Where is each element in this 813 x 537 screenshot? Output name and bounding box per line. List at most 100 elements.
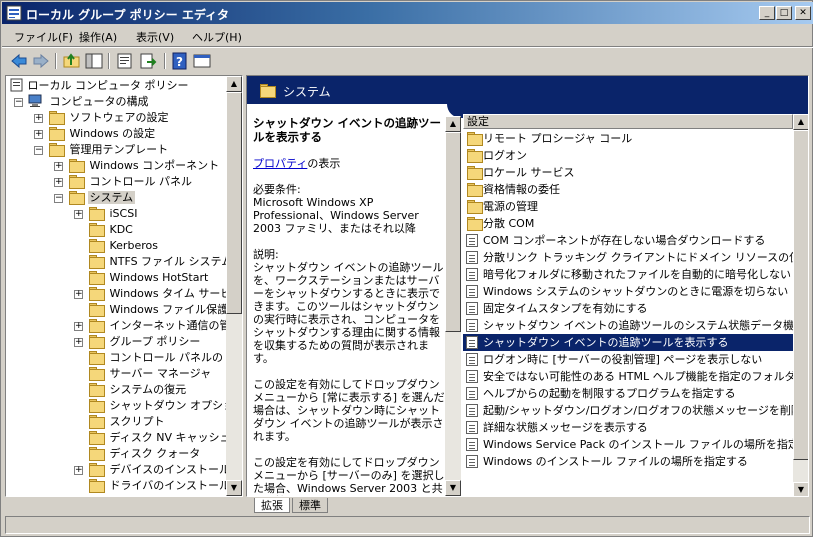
list-folder-item[interactable]: リモート プロシージャ コール	[463, 130, 793, 147]
expand-icon[interactable]: +	[34, 114, 43, 123]
properties-link[interactable]: プロパティ	[253, 157, 307, 170]
forward-arrow-icon[interactable]	[32, 52, 50, 70]
scroll-thumb[interactable]	[445, 132, 461, 332]
list-policy-item[interactable]: ログオン時に [サーバーの役割管理] ページを表示しない	[463, 351, 793, 368]
list-item-label: 電源の管理	[483, 200, 538, 213]
collapse-icon[interactable]: −	[54, 194, 63, 203]
tree-item[interactable]: ディスク クォータ	[88, 446, 202, 462]
close-button[interactable]: ✕	[795, 6, 811, 20]
scroll-up-button[interactable]: ▲	[445, 116, 461, 132]
minimize-button[interactable]: _	[759, 6, 775, 20]
tree-item[interactable]: ディスク NV キャッシュ	[88, 430, 232, 446]
list-folder-item[interactable]: ロケール サービス	[463, 164, 793, 181]
list-folder-item[interactable]: ログオン	[463, 147, 793, 164]
expand-icon[interactable]: +	[74, 466, 83, 475]
tree-item[interactable]: スクリプト	[88, 414, 167, 430]
properties-icon[interactable]	[116, 52, 134, 70]
list-policy-item[interactable]: Windows システムのシャットダウンのときに電源を切らない	[463, 283, 793, 300]
tree-item[interactable]: シャットダウン オプション	[88, 398, 242, 414]
help-icon[interactable]: ?	[171, 52, 189, 70]
list-policy-item[interactable]: 詳細な状態メッセージを表示する	[463, 419, 793, 436]
tree-item[interactable]: 管理用テンプレート	[48, 142, 170, 158]
maximize-button[interactable]: □	[776, 6, 792, 20]
scroll-up-button[interactable]: ▲	[226, 76, 242, 92]
tree-item-label: Kerberos	[109, 239, 158, 252]
list-policy-item[interactable]: 固定タイムスタンプを有効にする	[463, 300, 793, 317]
scroll-thumb[interactable]	[793, 130, 808, 460]
view-icon[interactable]	[193, 52, 211, 70]
collapse-icon[interactable]: −	[34, 146, 43, 155]
tree-item[interactable]: コントロール パネル	[68, 174, 194, 190]
tree-item[interactable]: システム	[68, 190, 136, 206]
list-policy-item[interactable]: シャットダウン イベントの追跡ツールを表示する	[463, 334, 793, 351]
tree-item-label: サーバー マネージャ	[109, 367, 212, 380]
tree-item[interactable]: ドライバのインストール	[88, 478, 232, 494]
tree-item[interactable]: Kerberos	[88, 238, 160, 254]
list-policy-item[interactable]: ヘルプからの起動を制限するプログラムを指定する	[463, 385, 793, 402]
list-policy-item[interactable]: 分散リンク トラッキング クライアントにドメイン リソースの使用を許可する	[463, 249, 793, 266]
list-policy-item[interactable]: シャットダウン イベントの追跡ツールのシステム状態データ機能をアクティブにする	[463, 317, 793, 334]
list-folder-item[interactable]: 分散 COM	[463, 215, 793, 232]
list-policy-item[interactable]: 安全ではない可能性のある HTML ヘルプ機能を指定のフォルダに制限する	[463, 368, 793, 385]
tree-item[interactable]: コンピュータの構成	[28, 94, 151, 110]
tree-item[interactable]: iSCSI	[88, 206, 139, 222]
tree-item[interactable]: Windows の設定	[48, 126, 157, 142]
up-folder-icon[interactable]	[63, 52, 81, 70]
tree-item[interactable]: グループ ポリシー	[88, 334, 202, 350]
tree-item[interactable]: KDC	[88, 222, 135, 238]
show-hide-tree-icon[interactable]	[85, 52, 103, 70]
expand-icon[interactable]: +	[74, 338, 83, 347]
scroll-thumb[interactable]	[226, 92, 242, 314]
tree-item-label: コントロール パネル	[89, 175, 193, 188]
column-header-setting[interactable]: 設定	[463, 114, 793, 129]
scroll-down-button[interactable]: ▼	[445, 480, 461, 496]
tree-scrollbar[interactable]: ▲ ▼	[226, 76, 242, 496]
list-folder-item[interactable]: 電源の管理	[463, 198, 793, 215]
list-folder-item[interactable]: 資格情報の委任	[463, 181, 793, 198]
tree-item[interactable]: Windows HotStart	[88, 270, 210, 286]
menu-file[interactable]: ファイル(F)	[14, 29, 73, 45]
tree-item[interactable]: Windows タイム サービス	[88, 286, 242, 302]
tree-item-label: Windows ファイル保護	[109, 303, 229, 316]
tree-item[interactable]: Windows ファイル保護	[88, 302, 230, 318]
tree-item[interactable]: Windows コンポーネント	[68, 158, 221, 174]
tree-item[interactable]: システムの復元	[88, 382, 188, 398]
title-bar[interactable]: ローカル グループ ポリシー エディタ _ □ ✕	[2, 2, 813, 24]
list-policy-item[interactable]: 暗号化フォルダに移動されたファイルを自動的に暗号化しない	[463, 266, 793, 283]
tab-standard[interactable]: 標準	[292, 498, 328, 513]
list-item-label: シャットダウン イベントの追跡ツールのシステム状態データ機能をアクティブにする	[483, 319, 793, 332]
back-arrow-icon[interactable]	[10, 52, 28, 70]
menu-help[interactable]: ヘルプ(H)	[192, 29, 242, 45]
expand-icon[interactable]: +	[34, 130, 43, 139]
list-policy-item[interactable]: Windows のインストール ファイルの場所を指定する	[463, 453, 793, 470]
tree-item[interactable]: インターネット通信の管理	[88, 318, 242, 334]
tab-extended[interactable]: 拡張	[254, 498, 290, 513]
list-item-label: ログオン	[483, 149, 527, 162]
expand-icon[interactable]: +	[74, 322, 83, 331]
scroll-down-button[interactable]: ▼	[226, 480, 242, 496]
policy-setting-icon	[466, 438, 478, 451]
tree-item[interactable]: コントロール パネルの [バ	[88, 350, 242, 366]
export-list-icon[interactable]	[139, 52, 157, 70]
menu-view[interactable]: 表示(V)	[136, 29, 174, 45]
folder-icon	[88, 207, 105, 221]
list-policy-item[interactable]: 起動/シャットダウン/ログオン/ログオフの状態メッセージを削除する	[463, 402, 793, 419]
requirements-label: 必要条件:	[253, 183, 301, 196]
scroll-down-button[interactable]: ▼	[793, 482, 808, 496]
expand-icon[interactable]: +	[54, 162, 63, 171]
list-scrollbar[interactable]: ▲ ▼	[793, 114, 808, 496]
expand-icon[interactable]: +	[54, 178, 63, 187]
description-scrollbar[interactable]: ▲ ▼	[445, 116, 461, 496]
tree-item[interactable]: ソフトウェアの設定	[48, 110, 171, 126]
expand-icon[interactable]: +	[74, 290, 83, 299]
tree-item[interactable]: サーバー マネージャ	[88, 366, 213, 382]
tree-item[interactable]: デバイスのインストール	[88, 462, 232, 478]
collapse-icon[interactable]: −	[14, 98, 23, 107]
scroll-up-button[interactable]: ▲	[793, 114, 808, 130]
tree-item[interactable]: NTFS ファイル システム	[88, 254, 234, 270]
tree-root[interactable]: ローカル コンピュータ ポリシー	[10, 78, 189, 94]
menu-action[interactable]: 操作(A)	[79, 29, 117, 45]
list-policy-item[interactable]: COM コンポーネントが存在しない場合ダウンロードする	[463, 232, 793, 249]
expand-icon[interactable]: +	[74, 210, 83, 219]
list-policy-item[interactable]: Windows Service Pack のインストール ファイルの場所を指定す…	[463, 436, 793, 453]
